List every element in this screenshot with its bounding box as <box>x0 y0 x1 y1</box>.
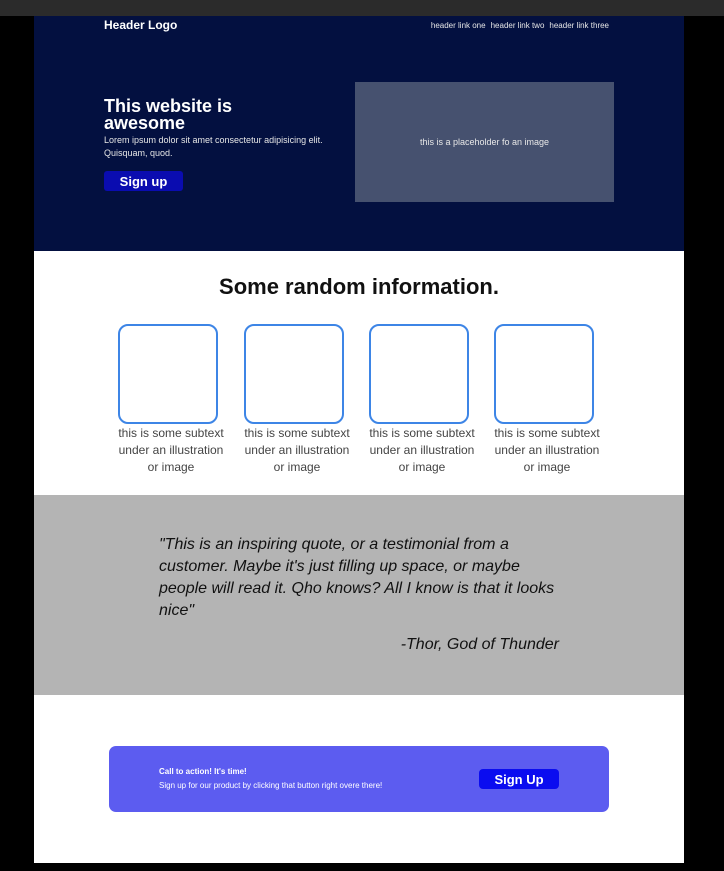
header-link-two[interactable]: header link two <box>491 21 545 30</box>
cta-signup-button[interactable]: Sign Up <box>479 769 559 789</box>
hero-title: This website is awesome <box>104 96 233 133</box>
illustration-box <box>369 324 469 424</box>
quote-author: -Thor, God of Thunder <box>400 636 559 653</box>
hero-image-placeholder: this is a placeholder fo an image <box>355 82 614 202</box>
cta-title: Call to action! It's time! <box>159 767 247 776</box>
info-card: this is some subtext under an illustrati… <box>118 324 238 476</box>
browser-top-bar <box>0 0 724 16</box>
header-link-three[interactable]: header link three <box>549 21 609 30</box>
info-card: this is some subtext under an illustrati… <box>244 324 364 476</box>
image-placeholder-label: this is a placeholder fo an image <box>419 137 550 147</box>
info-title: Some random information. <box>219 274 499 299</box>
page: Header Logo header link one header link … <box>34 16 684 863</box>
card-subtext: this is some subtext under an illustrati… <box>118 426 224 474</box>
header-nav: header link one header link two header l… <box>431 21 609 30</box>
info-card: this is some subtext under an illustrati… <box>494 324 614 476</box>
hero-text: Lorem ipsum dolor sit amet consectetur a… <box>104 135 323 158</box>
call-to-action-panel: Call to action! It's time! Sign up for o… <box>109 746 609 812</box>
quote-section: "This is an inspiring quote, or a testim… <box>34 495 684 695</box>
card-subtext: this is some subtext under an illustrati… <box>494 426 600 474</box>
card-subtext: this is some subtext under an illustrati… <box>244 426 350 474</box>
cta-text: Sign up for our product by clicking that… <box>159 781 383 790</box>
header-logo[interactable]: Header Logo <box>104 18 177 32</box>
signup-button[interactable]: Sign up <box>104 171 183 191</box>
info-card: this is some subtext under an illustrati… <box>369 324 489 476</box>
hero-section: Header Logo header link one header link … <box>34 16 684 251</box>
illustration-box <box>118 324 218 424</box>
illustration-box <box>494 324 594 424</box>
illustration-box <box>244 324 344 424</box>
header-link-one[interactable]: header link one <box>431 21 486 30</box>
card-subtext: this is some subtext under an illustrati… <box>369 426 475 474</box>
quote-text: "This is an inspiring quote, or a testim… <box>159 536 555 619</box>
